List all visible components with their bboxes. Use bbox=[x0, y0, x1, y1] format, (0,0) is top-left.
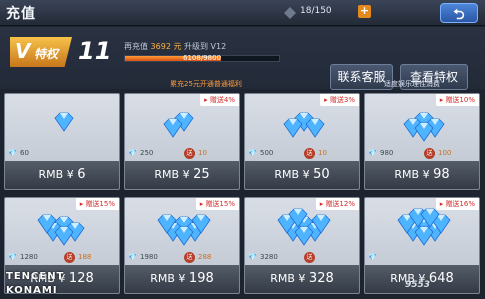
small-diamond-icon: 💎 bbox=[248, 253, 257, 261]
price-value: 328 bbox=[308, 271, 334, 286]
gift-badge: 送 bbox=[184, 252, 195, 263]
gift-badge: 送 bbox=[304, 252, 315, 263]
page-title: 充值 bbox=[6, 6, 36, 22]
price-button[interactable]: RMB ¥ 6 bbox=[5, 161, 119, 189]
gem-count: 250 bbox=[140, 149, 154, 157]
diamond-icon bbox=[153, 100, 215, 148]
vip-level: 11 bbox=[78, 37, 112, 65]
gem-count: 1280 bbox=[20, 253, 38, 261]
small-diamond-icon: 💎 bbox=[368, 149, 377, 157]
gem-row: 💎 250 送 10 bbox=[128, 148, 238, 159]
price-value: 6 bbox=[77, 167, 86, 182]
gift-badge: 送 bbox=[304, 148, 315, 159]
add-stamina-button[interactable]: + bbox=[358, 5, 371, 18]
price-button[interactable]: RMB ¥ 98 bbox=[365, 161, 479, 189]
price-button[interactable]: RMB ¥ 328 bbox=[245, 265, 359, 293]
price-value: 25 bbox=[193, 167, 210, 182]
gem-count: 980 bbox=[380, 149, 394, 157]
price-button[interactable]: RMB ¥ 25 bbox=[125, 161, 239, 189]
gem-row: 💎 500 送 10 bbox=[248, 148, 358, 159]
diamond-icon bbox=[33, 100, 95, 148]
konami-watermark: KONAMI bbox=[6, 285, 58, 296]
progress-amount: 3692 元 bbox=[150, 42, 182, 51]
back-button[interactable]: ⮌ bbox=[440, 3, 478, 23]
vip-progress-text: 6108/9800 bbox=[183, 54, 221, 62]
diamond-icon bbox=[273, 100, 335, 148]
gem-count: 3280 bbox=[260, 253, 278, 261]
gem-row: 💎 1980 送 288 bbox=[128, 252, 238, 263]
small-diamond-icon: 💎 bbox=[8, 149, 17, 157]
price-button[interactable]: RMB ¥ 198 bbox=[125, 265, 239, 293]
vip-badge-v: V bbox=[15, 39, 31, 63]
recharge-grid: 💎 60 RMB ¥ 6 ▸ 赠送4% 💎 250 送 10 RMB ¥ 25 ▸ 赠送3% 💎 50… bbox=[4, 93, 482, 299]
progress-label: 再充值 bbox=[124, 42, 148, 51]
diamond-icon bbox=[153, 204, 215, 252]
consumption-tip: 适度娱乐理性消费 bbox=[384, 80, 440, 88]
price-prefix: RMB ¥ bbox=[274, 168, 314, 181]
recharge-card-1[interactable]: 💎 60 RMB ¥ 6 bbox=[4, 93, 120, 190]
top-bar: 充值 18/150 + ⮌ bbox=[0, 0, 485, 26]
price-value: 98 bbox=[433, 167, 450, 182]
price-value: 128 bbox=[68, 271, 94, 286]
gem-count: 60 bbox=[20, 149, 29, 157]
small-diamond-icon: 💎 bbox=[248, 149, 257, 157]
small-diamond-icon: 💎 bbox=[128, 253, 137, 261]
price-button[interactable]: RMB ¥ 50 bbox=[245, 161, 359, 189]
gem-row: 💎 60 bbox=[8, 149, 118, 159]
small-diamond-icon: 💎 bbox=[8, 253, 17, 261]
gift-badge: 送 bbox=[64, 252, 75, 263]
gift-count: 100 bbox=[438, 149, 452, 157]
recharge-card-6[interactable]: ▸ 赠送15% 💎 1980 送 288 RMB ¥ 198 bbox=[124, 197, 240, 294]
diamond-icon bbox=[393, 204, 455, 252]
gift-count: 10 bbox=[318, 149, 327, 157]
recharge-card-3[interactable]: ▸ 赠送3% 💎 500 送 10 RMB ¥ 50 bbox=[244, 93, 360, 190]
gem-row: 💎 3280 送 bbox=[248, 252, 358, 263]
tencent-watermark: TENCENT bbox=[6, 271, 65, 282]
recharge-notice: 累充25元开通普通福利 bbox=[170, 80, 242, 88]
diamond-icon bbox=[273, 204, 335, 252]
price-prefix: RMB ¥ bbox=[38, 168, 78, 181]
price-prefix: RMB ¥ bbox=[394, 168, 434, 181]
gem-count: 1980 bbox=[140, 253, 158, 261]
gem-count: 500 bbox=[260, 149, 274, 157]
price-prefix: RMB ¥ bbox=[154, 168, 194, 181]
vip-badge: V 特权 bbox=[10, 37, 72, 67]
gift-count: 10 bbox=[198, 149, 207, 157]
price-value: 198 bbox=[188, 271, 214, 286]
vip-badge-text: 特权 bbox=[34, 47, 59, 61]
diamond-icon bbox=[33, 204, 95, 252]
diamond-icon bbox=[393, 100, 455, 148]
price-prefix: RMB ¥ bbox=[150, 272, 189, 285]
gift-count: 188 bbox=[78, 253, 92, 261]
progress-next: 升级到 V12 bbox=[184, 42, 227, 51]
gem-row: 💎 1280 送 188 bbox=[8, 252, 118, 263]
recharge-card-7[interactable]: ▸ 赠送12% 💎 3280 送 RMB ¥ 328 bbox=[244, 197, 360, 294]
recharge-card-2[interactable]: ▸ 赠送4% 💎 250 送 10 RMB ¥ 25 bbox=[124, 93, 240, 190]
stamina-count: 18/150 bbox=[300, 6, 332, 16]
recharge-card-4[interactable]: ▸ 赠送10% 💎 980 送 100 RMB ¥ 98 bbox=[364, 93, 480, 190]
gem-row: 💎 bbox=[368, 253, 478, 263]
stamina-icon bbox=[284, 7, 296, 19]
price-prefix: RMB ¥ bbox=[270, 272, 309, 285]
price-value: 50 bbox=[313, 167, 330, 182]
small-diamond-icon: 💎 bbox=[368, 253, 377, 261]
progress-info: 再充值 3692 元 升级到 V12 bbox=[124, 41, 226, 52]
gift-count: 288 bbox=[198, 253, 212, 261]
small-diamond-icon: 💎 bbox=[128, 149, 137, 157]
gem-row: 💎 980 送 100 bbox=[368, 148, 478, 159]
gift-badge: 送 bbox=[424, 148, 435, 159]
gift-badge: 送 bbox=[184, 148, 195, 159]
back-arrow-icon: ⮌ bbox=[453, 7, 465, 23]
site-logo: 9553 bbox=[405, 280, 431, 290]
